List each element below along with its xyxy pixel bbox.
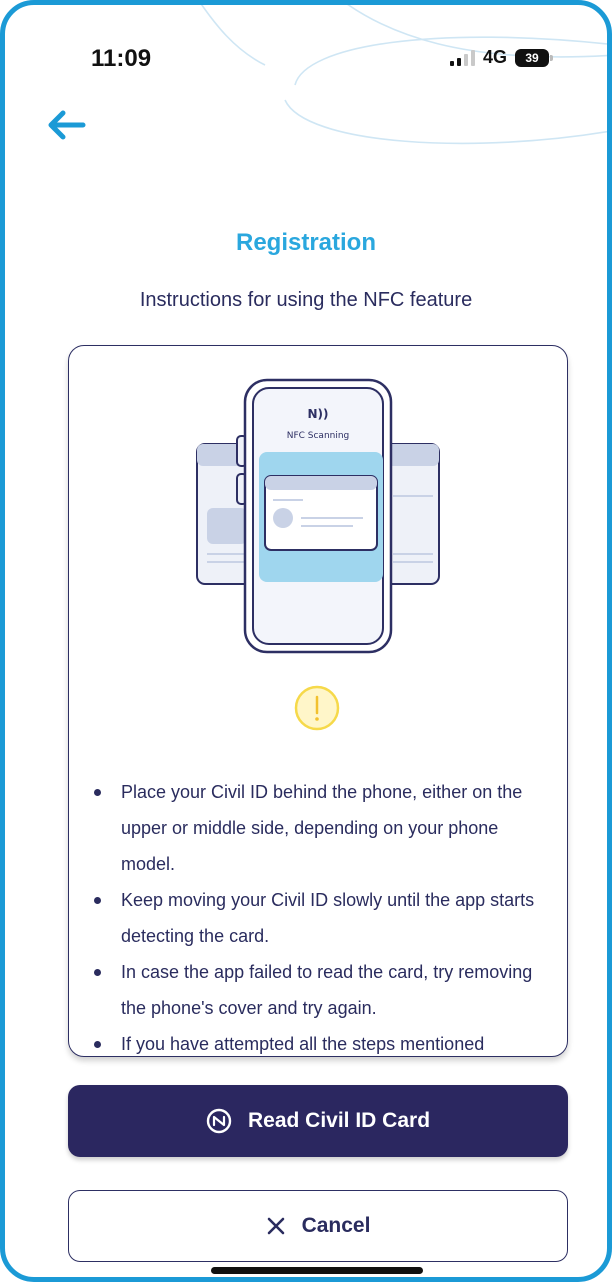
battery-icon: 39 [515,48,553,67]
nfc-icon [206,1108,232,1134]
list-item: If you have attempted all the steps ment… [87,1026,557,1056]
list-item: Keep moving your Civil ID slowly until t… [87,882,557,954]
background-decoration [200,5,607,145]
home-indicator[interactable] [211,1267,423,1274]
close-icon [267,1217,284,1235]
cancel-button[interactable]: Cancel [68,1190,568,1262]
network-type: 4G [482,47,507,67]
read-civil-id-label: Read Civil ID Card [247,1109,431,1132]
arrow-left-icon [48,110,86,140]
page-subtitle: Instructions for using the NFC feature [139,289,473,311]
battery-level: 39 [525,50,539,65]
signal-icon [449,49,475,66]
nfc-scanning-label: NFC Scanning [287,431,350,441]
warning-icon [294,685,340,731]
phone-screen: 11:09 4G 39 Registration Instructions fo… [0,0,612,1282]
read-civil-id-button[interactable]: Read Civil ID Card [68,1085,568,1157]
cancel-label: Cancel [301,1214,371,1237]
status-time: 11:09 [91,45,152,72]
page-title: Registration [235,229,376,256]
instructions-list: Place your Civil ID behind the phone, ei… [87,774,557,1056]
nfc-symbol: N)) [307,407,328,421]
list-item: Place your Civil ID behind the phone, ei… [87,774,557,882]
nfc-scanning-illustration: N)) NFC Scanning [196,378,440,654]
status-indicators: 4G 39 [449,47,553,68]
back-button[interactable] [43,105,91,145]
instructions-card[interactable]: N)) NFC Scanning Place your Civil ID beh… [68,345,568,1057]
list-item: In case the app failed to read the card,… [87,954,557,1026]
